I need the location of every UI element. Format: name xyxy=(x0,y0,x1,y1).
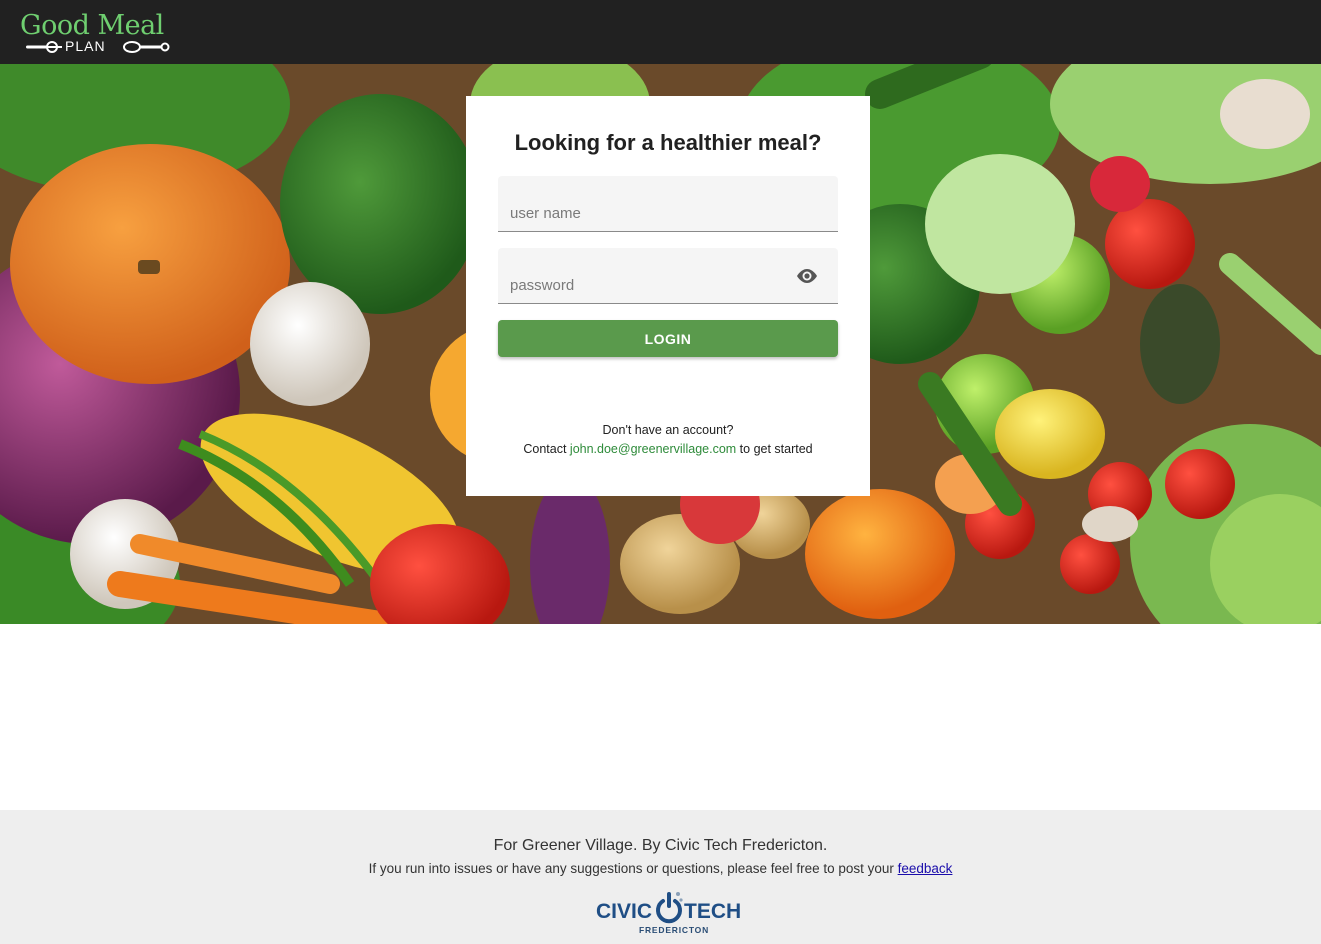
login-button[interactable]: LOGIN xyxy=(498,320,838,357)
contact-suffix: to get started xyxy=(739,442,813,456)
top-app-bar: Good Meal PLAN xyxy=(0,0,1321,64)
no-account-text: Don't have an account? xyxy=(602,423,734,437)
civic-sub: FREDERICTON xyxy=(639,925,710,935)
eye-icon[interactable] xyxy=(794,266,820,286)
footer-note: If you run into issues or have any sugge… xyxy=(0,861,1321,876)
footer-title: For Greener Village. By Civic Tech Frede… xyxy=(493,837,828,854)
power-icon xyxy=(656,892,683,924)
username-field[interactable] xyxy=(498,176,838,232)
good-meal-plan-logo[interactable]: Good Meal PLAN xyxy=(20,10,180,56)
fork-icon xyxy=(26,41,62,53)
contact-line: Contact john.doe@greenervillage.com to g… xyxy=(466,442,870,456)
page-footer: For Greener Village. By Civic Tech Frede… xyxy=(0,810,1321,944)
civic-word-left: CIVIC xyxy=(596,900,653,923)
username-input[interactable] xyxy=(510,202,780,224)
feedback-link[interactable]: feedback xyxy=(898,861,953,876)
footer-note-text: If you run into issues or have any sugge… xyxy=(368,861,894,876)
login-card: Looking for a healthier meal? LOGIN Don'… xyxy=(466,96,870,496)
contact-prefix: Contact xyxy=(523,442,567,456)
knife-icon xyxy=(123,41,170,53)
logo-subtitle-row: PLAN xyxy=(24,38,174,54)
logo-title: Good Meal xyxy=(20,10,164,41)
logo-subtitle: PLAN xyxy=(65,38,106,54)
civic-word-right: TECH xyxy=(684,900,742,923)
login-heading: Looking for a healthier meal? xyxy=(514,130,822,155)
password-input[interactable] xyxy=(510,274,780,296)
civic-tech-logo[interactable]: CIVIC TECH FREDERICTON xyxy=(594,890,744,936)
password-field[interactable] xyxy=(498,248,838,304)
contact-email-link[interactable]: john.doe@greenervillage.com xyxy=(570,442,736,456)
